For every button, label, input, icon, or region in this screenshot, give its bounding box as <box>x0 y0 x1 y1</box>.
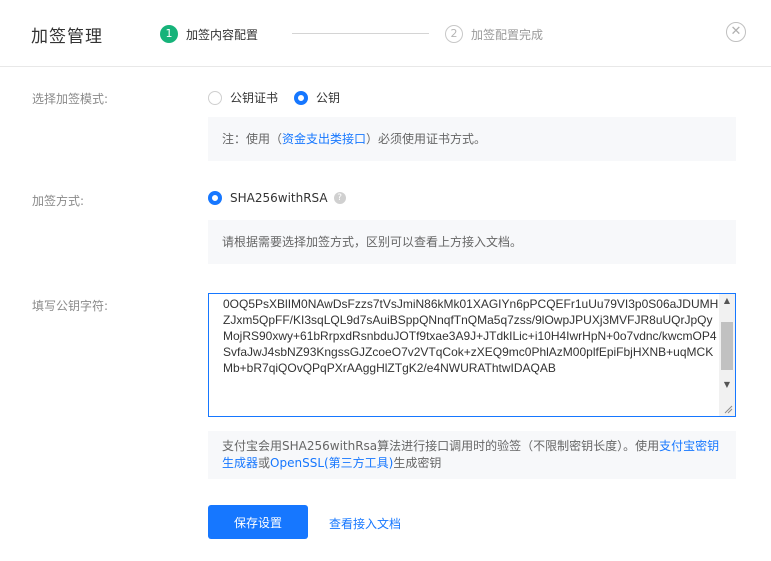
fund-payout-api-link[interactable]: 资金支出类接口 <box>282 132 366 146</box>
sign-method-label: 加签方式: <box>32 194 85 208</box>
radio-public-key-label[interactable]: 公钥 <box>316 89 340 106</box>
sign-method-note: 请根据需要选择加签方式，区别可以查看上方接入文档。 <box>208 220 736 264</box>
public-key-note-mid: 或 <box>258 456 271 470</box>
step-1: 1 加签内容配置 <box>160 25 258 43</box>
radio-public-key-cert-label[interactable]: 公钥证书 <box>230 89 278 106</box>
step-2-label: 加签配置完成 <box>471 27 544 42</box>
scroll-down-icon[interactable]: ▼ <box>719 378 735 392</box>
public-key-label: 填写公钥字符: <box>32 299 109 313</box>
sign-mode-note-prefix: 注：使用（ <box>222 132 283 146</box>
public-key-note: 支付宝会用SHA256withRsa算法进行接口调用时的验签（不限制密钥长度）。… <box>208 431 736 479</box>
dialog-title: 加签管理 <box>31 27 103 47</box>
sign-mode-note-suffix: ）必须使用证书方式。 <box>366 132 487 146</box>
radio-public-key[interactable] <box>294 90 309 105</box>
scrollbar-thumb[interactable] <box>721 322 733 370</box>
close-icon[interactable]: ✕ <box>726 22 746 42</box>
sign-mode-label: 选择加签模式: <box>32 92 109 106</box>
openssl-link[interactable]: OpenSSL(第三方工具) <box>270 456 393 470</box>
public-key-textarea[interactable]: 0OQ5PsXBlIM0NAwDsFzzs7tVsJmiN86kMk01XAGI… <box>208 293 736 417</box>
dialog-header: 加签管理 1 加签内容配置 2 加签配置完成 ✕ <box>0 0 771 67</box>
public-key-note-prefix: 支付宝会用SHA256withRsa算法进行接口调用时的验签（不限制密钥长度）。… <box>222 439 660 453</box>
step-2: 2 加签配置完成 <box>445 25 543 43</box>
sign-method-radio-group: SHA256withRSA ? <box>208 191 346 205</box>
step-1-label: 加签内容配置 <box>186 27 259 42</box>
radio-sha256withrsa[interactable] <box>208 191 222 205</box>
sign-mode-note: 注：使用（资金支出类接口）必须使用证书方式。 <box>208 117 736 161</box>
scroll-up-icon[interactable]: ▲ <box>719 294 735 308</box>
sign-mode-radio-group: 公钥证书 公钥 <box>208 89 356 106</box>
resize-grip-icon[interactable] <box>723 404 733 414</box>
public-key-note-suffix: 生成密钥 <box>393 456 442 470</box>
question-circle-icon[interactable]: ? <box>333 192 346 204</box>
sign-management-dialog: 加签管理 1 加签内容配置 2 加签配置完成 ✕ 选择加签模式: 公钥证书 公钥… <box>0 0 771 561</box>
step-connector <box>292 33 429 34</box>
textarea-scrollbar[interactable]: ▲ ▼ <box>719 294 735 416</box>
radio-sha256withrsa-label[interactable]: SHA256withRSA <box>230 191 328 205</box>
view-docs-link[interactable]: 查看接入文档 <box>329 515 401 532</box>
step-1-number: 1 <box>160 25 178 43</box>
public-key-value[interactable]: 0OQ5PsXBlIM0NAwDsFzzs7tVsJmiN86kMk01XAGI… <box>209 294 719 376</box>
radio-public-key-cert[interactable] <box>208 90 222 105</box>
save-settings-button[interactable]: 保存设置 <box>208 505 308 539</box>
step-2-number: 2 <box>445 25 463 43</box>
